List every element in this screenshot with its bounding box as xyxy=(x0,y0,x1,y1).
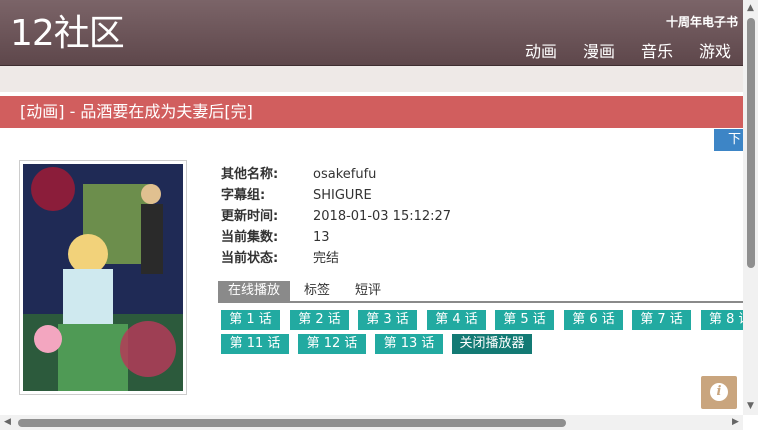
horizontal-scrollbar[interactable]: ◀ ▶ xyxy=(0,415,743,430)
page-title: [动画] - 品酒要在成为夫妻后[完] xyxy=(0,96,743,128)
nav-item-music[interactable]: 音乐 xyxy=(641,38,673,62)
info-row: 当前集数: 13 xyxy=(221,227,451,248)
sub-nav-strip xyxy=(0,66,743,92)
download-button[interactable]: 下 xyxy=(714,129,743,151)
info-icon: i xyxy=(710,383,728,401)
info-label: 当前集数: xyxy=(221,230,279,245)
horizontal-scroll-thumb[interactable] xyxy=(18,419,566,427)
info-label: 更新时间: xyxy=(221,209,279,224)
episode-button[interactable]: 第 6 话 xyxy=(564,310,623,330)
episode-button[interactable]: 第 4 话 xyxy=(427,310,486,330)
info-button[interactable]: i xyxy=(701,376,737,409)
vertical-scroll-thumb[interactable] xyxy=(747,18,755,268)
info-label: 当前状态: xyxy=(221,251,279,266)
info-value: 完结 xyxy=(313,251,340,266)
info-row: 当前状态: 完结 xyxy=(221,248,451,269)
episode-button[interactable]: 第 11 话 xyxy=(221,334,289,354)
tab-online-play[interactable]: 在线播放 xyxy=(218,281,290,301)
info-row: 字幕组: SHIGURE xyxy=(221,185,451,206)
scroll-up-arrow-icon[interactable]: ▲ xyxy=(743,3,758,13)
info-value: 2018-01-03 15:12:27 xyxy=(313,209,452,224)
info-value: osakefufu xyxy=(313,167,377,182)
info-value: SHIGURE xyxy=(313,188,372,203)
vertical-scrollbar[interactable]: ▲ ▼ xyxy=(743,0,758,415)
anime-info: 其他名称: osakefufu 字幕组: SHIGURE 更新时间: 2018-01-… xyxy=(221,164,451,269)
site-header: 12社区 十周年电子书 动画 漫画 音乐 游戏 xyxy=(0,0,743,66)
scroll-down-arrow-icon[interactable]: ▼ xyxy=(743,401,758,411)
site-logo[interactable]: 12社区 xyxy=(10,14,125,54)
episode-button[interactable]: 第 2 话 xyxy=(290,310,349,330)
episode-button[interactable]: 第 1 话 xyxy=(221,310,280,330)
content-tabs: 在线播放 标签 短评 xyxy=(218,281,743,303)
scroll-right-arrow-icon[interactable]: ▶ xyxy=(728,417,743,427)
episode-button[interactable]: 第 5 话 xyxy=(495,310,554,330)
episode-button[interactable]: 第 7 话 xyxy=(632,310,691,330)
nav-item-anime[interactable]: 动画 xyxy=(525,38,557,62)
nav-item-games[interactable]: 游戏 xyxy=(699,38,731,62)
nav-item-manga[interactable]: 漫画 xyxy=(583,38,615,62)
info-row: 更新时间: 2018-01-03 15:12:27 xyxy=(221,206,451,227)
episode-button[interactable]: 第 3 话 xyxy=(358,310,417,330)
cover-image xyxy=(19,160,187,395)
episode-button[interactable]: 第 13 话 xyxy=(375,334,443,354)
scroll-left-arrow-icon[interactable]: ◀ xyxy=(0,417,15,427)
info-value: 13 xyxy=(313,230,330,245)
info-label: 其他名称: xyxy=(221,167,279,182)
tab-comments[interactable]: 短评 xyxy=(355,281,381,301)
info-row: 其他名称: osakefufu xyxy=(221,164,451,185)
close-player-button[interactable]: 关闭播放器 xyxy=(452,334,532,354)
episode-button[interactable]: 第 12 话 xyxy=(298,334,366,354)
anniversary-ebook-link[interactable]: 十周年电子书 xyxy=(666,13,738,30)
main-nav: 动画 漫画 音乐 游戏 xyxy=(525,38,731,62)
info-label: 字幕组: xyxy=(221,188,266,203)
tab-tags[interactable]: 标签 xyxy=(304,281,330,301)
episode-button[interactable]: 第 8 话 xyxy=(701,310,743,330)
